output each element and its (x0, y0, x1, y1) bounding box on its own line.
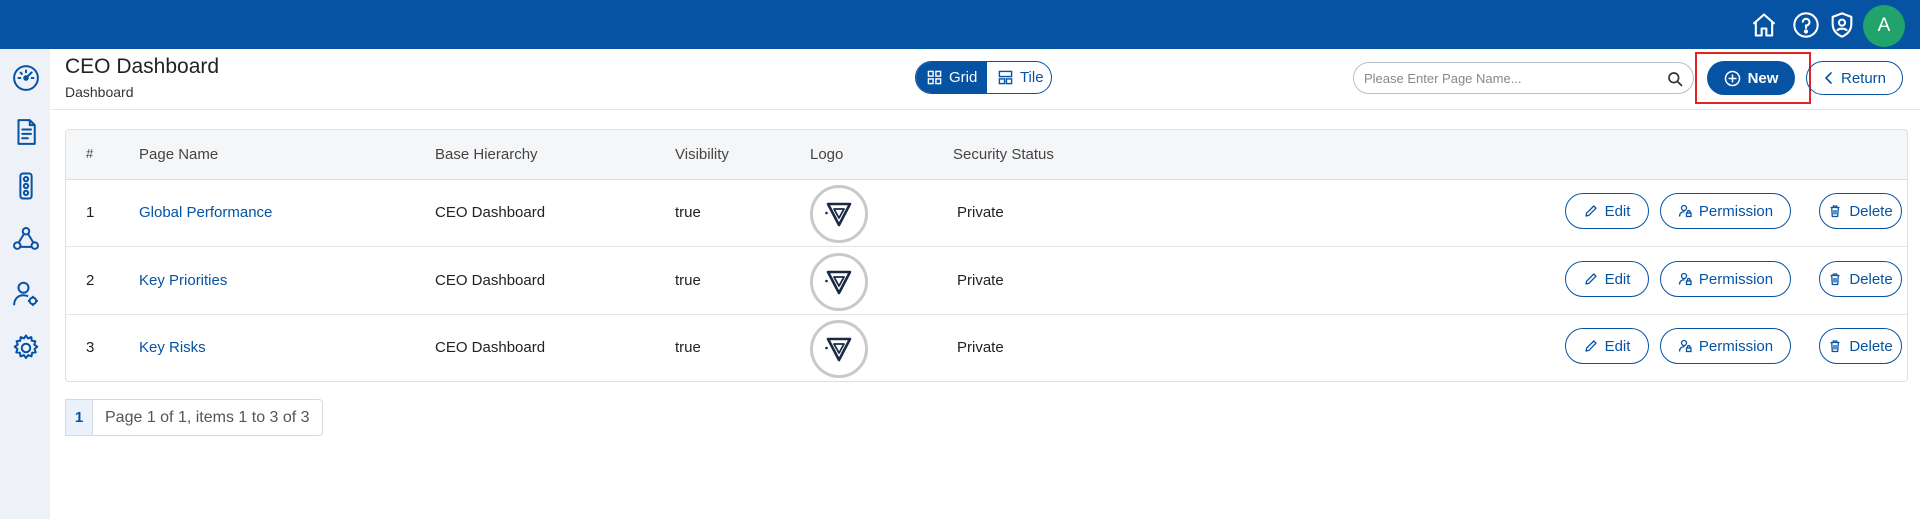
new-button-label: New (1747, 69, 1779, 87)
column-header-visibility[interactable]: Visibility (675, 146, 729, 163)
permission-button-label: Permission (1698, 337, 1774, 355)
row-index: 2 (86, 272, 95, 289)
pages-grid: # Page Name Base Hierarchy Visibility Lo… (65, 129, 1908, 382)
edit-button-label: Edit (1604, 337, 1631, 355)
edit-button[interactable]: Edit (1565, 193, 1649, 229)
page-logo (810, 253, 868, 311)
grid-icon (927, 70, 942, 85)
row-index: 1 (86, 204, 95, 221)
shield-user-icon[interactable] (1828, 11, 1856, 39)
security-status-cell: Private (957, 339, 1004, 356)
base-hierarchy-cell: CEO Dashboard (435, 339, 546, 356)
logo-triangle-icon (825, 270, 852, 295)
gear-icon[interactable] (11, 333, 41, 363)
page-logo (810, 185, 868, 243)
home-icon[interactable] (1750, 11, 1778, 39)
permission-button[interactable]: Permission (1660, 261, 1791, 297)
visibility-cell: true (675, 204, 701, 221)
page-name-link[interactable]: Key Risks (139, 339, 206, 356)
visibility-cell: true (675, 339, 701, 356)
grid-view-label: Grid (949, 69, 978, 86)
sidebar (0, 49, 50, 519)
user-lock-icon (1678, 339, 1692, 353)
visibility-cell: true (675, 272, 701, 289)
table-row: 3 Key Risks CEO Dashboard true Private E… (66, 315, 1907, 381)
delete-button[interactable]: Delete (1819, 193, 1902, 229)
permission-button[interactable]: Permission (1660, 193, 1791, 229)
delete-button[interactable]: Delete (1819, 328, 1902, 364)
chevron-left-icon (1825, 72, 1832, 84)
security-status-cell: Private (957, 272, 1004, 289)
column-header-security-status[interactable]: Security Status (953, 146, 1054, 163)
trash-icon (1830, 273, 1840, 286)
permission-button[interactable]: Permission (1660, 328, 1791, 364)
top-bar: A (0, 0, 1920, 49)
column-header-page-name[interactable]: Page Name (139, 146, 218, 163)
page-number-button[interactable]: 1 (65, 399, 93, 436)
delete-button-label: Delete (1849, 270, 1893, 288)
page-title: CEO Dashboard (65, 55, 220, 78)
column-header-logo[interactable]: Logo (810, 146, 843, 163)
user-lock-icon (1678, 204, 1692, 218)
edit-button-label: Edit (1604, 202, 1631, 220)
tile-view-button[interactable]: Tile (987, 62, 1051, 93)
page-logo (810, 320, 868, 378)
avatar[interactable]: A (1863, 5, 1905, 47)
view-toggle: Grid Tile (915, 61, 1052, 94)
tile-view-label: Tile (1019, 69, 1044, 86)
tile-icon (998, 70, 1013, 85)
page-name-link[interactable]: Key Priorities (139, 272, 227, 289)
gauge-icon[interactable] (11, 63, 41, 93)
search-input[interactable] (1364, 63, 1654, 93)
delete-button-label: Delete (1849, 202, 1893, 220)
user-lock-icon (1678, 272, 1692, 286)
table-row: 2 Key Priorities CEO Dashboard true Priv… (66, 248, 1907, 315)
pencil-icon (1584, 273, 1597, 285)
pagination: 1 Page 1 of 1, items 1 to 3 of 3 (65, 399, 323, 436)
security-status-cell: Private (957, 204, 1004, 221)
help-icon[interactable] (1792, 11, 1820, 39)
column-header-base-hierarchy[interactable]: Base Hierarchy (435, 146, 538, 163)
trash-icon (1830, 340, 1840, 353)
trash-icon (1830, 205, 1840, 218)
edit-button[interactable]: Edit (1565, 328, 1649, 364)
pencil-icon (1584, 340, 1597, 352)
delete-button-label: Delete (1849, 337, 1893, 355)
pencil-icon (1584, 205, 1597, 217)
user-settings-icon[interactable] (11, 279, 41, 309)
page-name-link[interactable]: Global Performance (139, 204, 272, 221)
permission-button-label: Permission (1698, 270, 1774, 288)
grid-header: # Page Name Base Hierarchy Visibility Lo… (66, 130, 1907, 180)
plus-circle-icon (1724, 70, 1740, 86)
logo-triangle-icon (825, 337, 852, 362)
search-icon[interactable] (1667, 71, 1683, 87)
pagination-info: Page 1 of 1, items 1 to 3 of 3 (93, 399, 323, 436)
base-hierarchy-cell: CEO Dashboard (435, 204, 546, 221)
table-row: 1 Global Performance CEO Dashboard true … (66, 180, 1907, 247)
edit-button[interactable]: Edit (1565, 261, 1649, 297)
traffic-light-icon[interactable] (11, 171, 41, 201)
logo-triangle-icon (825, 202, 852, 227)
document-icon[interactable] (11, 117, 41, 147)
return-button-label: Return (1840, 69, 1887, 87)
search-box (1353, 62, 1694, 94)
row-index: 3 (86, 339, 95, 356)
edit-button-label: Edit (1604, 270, 1631, 288)
base-hierarchy-cell: CEO Dashboard (435, 272, 546, 289)
return-button[interactable]: Return (1806, 61, 1903, 95)
permission-button-label: Permission (1698, 202, 1774, 220)
new-button[interactable]: New (1707, 61, 1795, 95)
column-header-index[interactable]: # (86, 146, 93, 161)
grid-view-button[interactable]: Grid (916, 62, 987, 93)
page-subtitle: Dashboard (65, 84, 134, 100)
header-divider (50, 109, 1920, 110)
delete-button[interactable]: Delete (1819, 261, 1902, 297)
triangle-people-icon[interactable] (11, 225, 41, 255)
